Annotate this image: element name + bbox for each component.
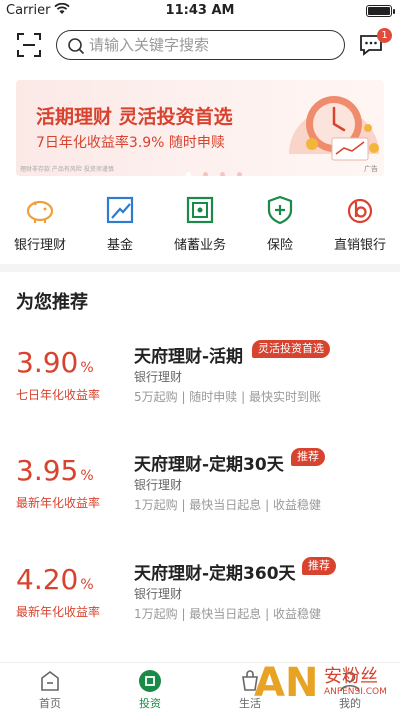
category-fund[interactable]: 基金	[80, 190, 160, 260]
tab-label: 首页	[39, 697, 61, 710]
tab-invest[interactable]: 投资	[100, 663, 200, 712]
battery-icon	[366, 5, 395, 17]
rate-value: 4.20	[16, 563, 79, 596]
rate-label: 七日年化收益率	[16, 388, 101, 402]
section-divider	[0, 264, 400, 272]
tab-home[interactable]: 首页	[0, 663, 100, 712]
product-description: 1万起购 | 最快当日起息 | 收益稳健	[134, 607, 321, 621]
watermark-logo: AN	[254, 660, 319, 706]
scan-icon[interactable]	[16, 32, 42, 58]
rate-label: 最新年化收益率	[16, 496, 101, 510]
chart-trend-icon	[106, 196, 134, 224]
banner-disclaimer: 理财非存款 产品有风险 投资须谨慎	[20, 166, 114, 173]
product-item[interactable]: 3.95% 最新年化收益率 天府理财-定期30天 推荐 银行理财 1万起购 | …	[0, 448, 400, 554]
pagination-dot	[237, 172, 242, 176]
product-description: 5万起购 | 随时申赎 | 最快实时到账	[134, 390, 321, 404]
search-icon	[68, 38, 85, 55]
category-label: 基金	[106, 238, 133, 253]
product-tag: 灵活投资首选	[252, 340, 330, 358]
product-name: 天府理财-定期30天	[134, 455, 284, 475]
banner-pagination	[186, 162, 254, 176]
pagination-dot	[220, 172, 225, 176]
product-type: 银行理财	[134, 587, 183, 601]
product-tag: 推荐	[291, 448, 325, 466]
product-item[interactable]: 3.90% 七日年化收益率 天府理财-活期 灵活投资首选 银行理财 5万起购 |…	[0, 340, 400, 446]
rate-value: 3.90	[16, 346, 79, 379]
search-box[interactable]	[56, 30, 345, 60]
category-label: 保险	[266, 238, 293, 253]
banner-title: 活期理财 灵活投资首选	[36, 106, 233, 128]
pagination-dot	[203, 172, 208, 176]
rate-unit: %	[80, 360, 94, 376]
safe-icon	[186, 196, 214, 224]
category-shortcuts: 银行理财 基金 储蓄业务 保险 直销银行	[0, 190, 400, 260]
rate-label: 最新年化收益率	[16, 605, 101, 619]
product-description: 1万起购 | 最快当日起息 | 收益稳健	[134, 498, 321, 512]
category-savings[interactable]: 储蓄业务	[160, 190, 240, 260]
banner-subtitle: 7日年化收益率3.9% 随时申赎	[36, 135, 225, 151]
watermark-text: 安粉丝	[324, 666, 378, 687]
product-tag: 推荐	[302, 557, 336, 575]
category-insurance[interactable]: 保险	[240, 190, 320, 260]
product-item[interactable]: 4.20% 最新年化收益率 天府理财-定期360天 推荐 银行理财 1万起购 |…	[0, 557, 400, 663]
piggy-bank-icon	[26, 200, 54, 223]
shield-plus-icon	[267, 195, 293, 225]
status-bar: Carrier 11:43 AM	[0, 0, 400, 22]
banner-ad-label: 广告	[364, 165, 378, 173]
site-watermark: AN 安粉丝 ANFENSI.COM	[238, 660, 398, 706]
watermark-url: ANFENSI.COM	[324, 687, 387, 697]
category-label: 储蓄业务	[173, 238, 226, 253]
home-icon	[41, 671, 59, 691]
product-rate: 4.20%	[16, 563, 94, 596]
rate-unit: %	[80, 468, 94, 484]
invest-icon	[139, 670, 161, 692]
clock: 11:43 AM	[165, 3, 235, 18]
direct-bank-icon	[347, 198, 373, 224]
product-type: 银行理财	[134, 370, 183, 384]
rate-unit: %	[80, 577, 94, 593]
product-type: 银行理财	[134, 478, 183, 492]
product-rate: 3.90%	[16, 346, 94, 379]
product-rate: 3.95%	[16, 454, 94, 487]
rate-value: 3.95	[16, 454, 79, 487]
top-bar: 1	[0, 22, 400, 68]
message-badge: 1	[377, 28, 392, 43]
search-input[interactable]	[89, 34, 329, 56]
pagination-dot	[186, 172, 191, 176]
category-bank-wealth[interactable]: 银行理财	[0, 190, 80, 260]
banner-illustration	[289, 96, 379, 161]
tab-label: 投资	[139, 697, 161, 710]
product-name: 天府理财-活期	[134, 347, 244, 367]
category-label: 直销银行	[333, 238, 386, 253]
category-direct-bank[interactable]: 直销银行	[320, 190, 400, 260]
promo-banner[interactable]: 活期理财 灵活投资首选 7日年化收益率3.9% 随时申赎 理财非存款 产品有风险…	[16, 80, 384, 176]
category-label: 银行理财	[13, 238, 66, 253]
section-title: 为您推荐	[16, 292, 88, 313]
product-name: 天府理财-定期360天	[134, 564, 296, 584]
